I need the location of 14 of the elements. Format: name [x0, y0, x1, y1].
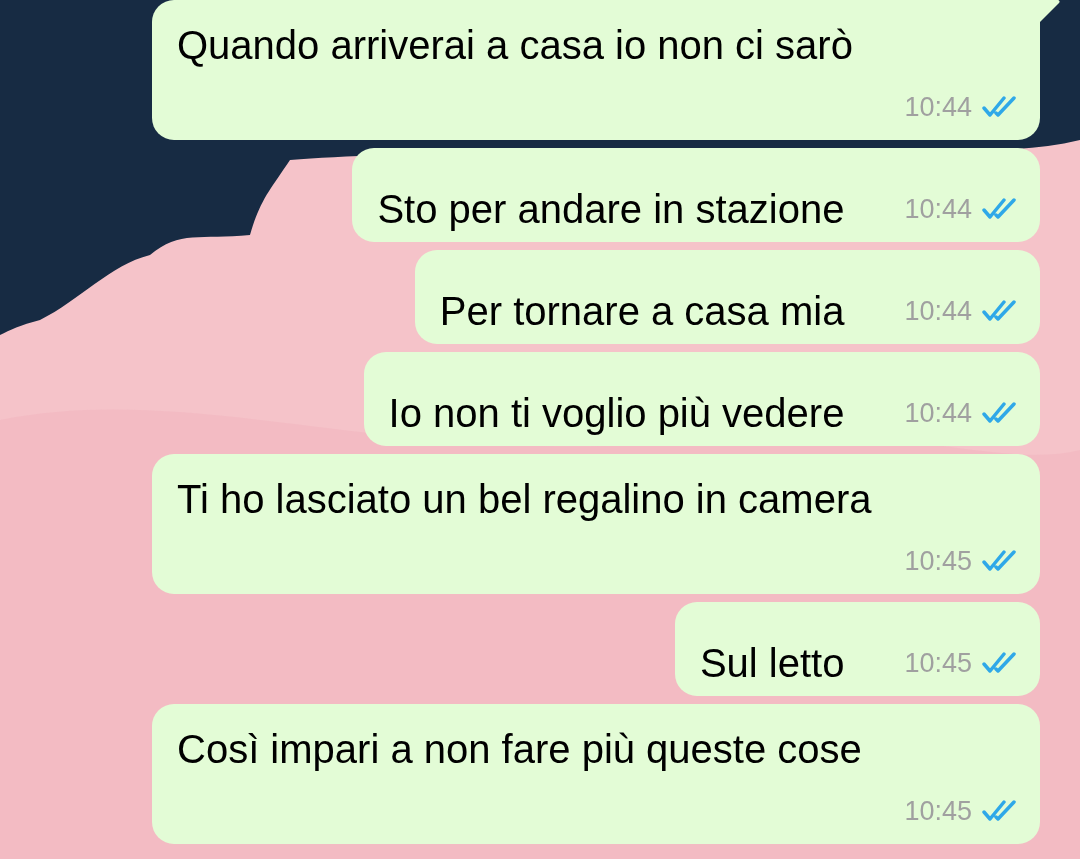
message-time: 10:45	[904, 647, 972, 680]
message-text: Per tornare a casa mia	[439, 288, 845, 334]
message-time: 10:44	[904, 397, 972, 430]
message-text: Ti ho lasciato un bel regalino in camera	[177, 476, 872, 522]
message-time: 10:45	[904, 795, 972, 828]
message-text: Così impari a non fare più queste cose	[177, 726, 862, 772]
message-text: Sul letto	[699, 640, 845, 686]
message-text: Quando arriverai a casa io non ci sarò	[177, 22, 853, 68]
message-time: 10:44	[904, 193, 972, 226]
message-time: 10:44	[904, 91, 972, 124]
message-time: 10:44	[904, 295, 972, 328]
message-text: Io non ti voglio più vedere	[388, 390, 845, 436]
message-text: Sto per andare in stazione	[377, 186, 845, 232]
message-time: 10:45	[904, 545, 972, 578]
